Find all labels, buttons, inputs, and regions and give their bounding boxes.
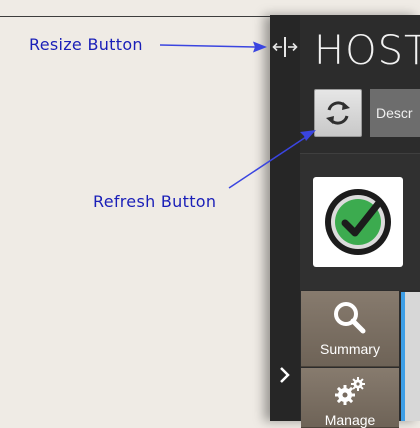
tab-column: Summary Manage [301, 291, 399, 428]
top-divider-line [0, 16, 270, 17]
tab-content-area [405, 292, 420, 421]
host-title: HOST [314, 28, 420, 74]
resize-button[interactable] [272, 36, 298, 58]
description-button[interactable]: Descr [370, 89, 420, 137]
check-circle-icon [325, 189, 391, 255]
host-status-tile [313, 177, 403, 267]
chevron-right-icon [280, 367, 290, 383]
resize-horizontal-icon [272, 37, 298, 57]
tab-manage[interactable]: Manage [301, 368, 399, 428]
refresh-button[interactable] [314, 89, 362, 137]
annotation-refresh-button: Refresh Button [93, 192, 217, 211]
search-icon [334, 302, 366, 334]
resize-annotation-arrow [159, 44, 257, 48]
annotation-resize-button: Resize Button [29, 35, 143, 54]
tab-summary[interactable]: Summary [301, 291, 399, 367]
refresh-icon [326, 101, 350, 125]
tab-summary-label: Summary [320, 341, 380, 357]
gears-icon [335, 377, 365, 405]
tab-manage-label: Manage [324, 412, 376, 428]
expand-panel-button[interactable] [271, 360, 299, 390]
resize-annotation-arrowhead [253, 41, 267, 53]
